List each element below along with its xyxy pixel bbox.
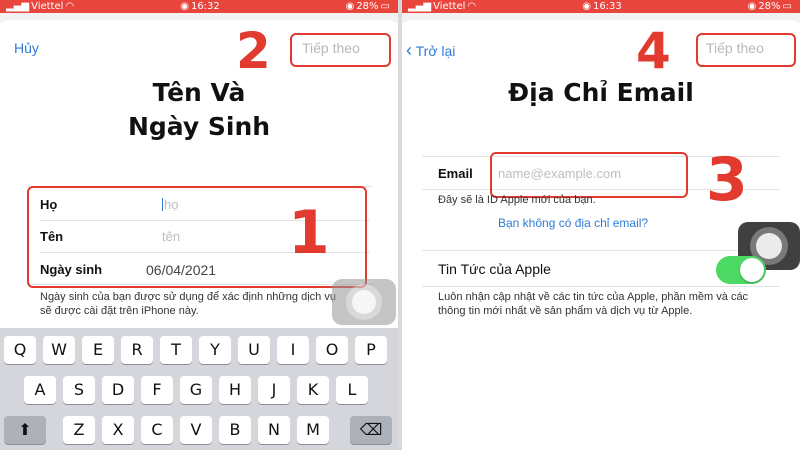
key-x[interactable]: X (102, 416, 134, 444)
annotation-box-next (290, 33, 391, 67)
back-button[interactable]: ‹ Trở lại (406, 40, 455, 61)
alarm-icon: ◉ (345, 1, 355, 12)
shift-icon: ⬆ (18, 420, 32, 439)
alarm-icon: ◉ (582, 1, 591, 12)
key-n[interactable]: N (258, 416, 290, 444)
keyboard: Q W E R T Y U I O P A S D F G H J K L ⬆ … (0, 328, 398, 450)
battery-percent: 28% (758, 1, 781, 12)
key-r[interactable]: R (121, 336, 153, 364)
form-divider (422, 286, 780, 287)
key-t[interactable]: T (160, 336, 192, 364)
annotation-box-email (490, 152, 688, 198)
status-bar: ▂▄▆ Viettel ◠ ◉ 16:33 ◉ 28% ▭ (402, 0, 800, 13)
chevron-left-icon: ‹ (406, 40, 412, 60)
key-g[interactable]: G (180, 376, 212, 404)
key-w[interactable]: W (43, 336, 75, 364)
key-z[interactable]: Z (63, 416, 95, 444)
status-time: 16:32 (190, 1, 220, 12)
key-h[interactable]: H (219, 376, 251, 404)
key-k[interactable]: K (297, 376, 329, 404)
alarm-icon: ◉ (747, 1, 757, 12)
key-m[interactable]: M (297, 416, 329, 444)
news-toggle[interactable] (716, 256, 766, 284)
key-u[interactable]: U (238, 336, 270, 364)
key-f[interactable]: F (141, 376, 173, 404)
toggle-knob (740, 258, 764, 282)
status-bar: ▂▄▆ Viettel ◠ ◉ 16:32 ◉ 28% ▭ (0, 0, 398, 13)
annotation-number-2: 2 (236, 22, 271, 80)
battery-icon: ▭ (782, 1, 792, 12)
key-v[interactable]: V (180, 416, 212, 444)
key-j[interactable]: J (258, 376, 290, 404)
key-a[interactable]: A (24, 376, 56, 404)
page-title: Địa Chỉ Email (508, 78, 694, 107)
page-title-line1: Tên Và (152, 78, 246, 107)
cancel-button[interactable]: Hủy (14, 40, 39, 56)
key-c[interactable]: C (141, 416, 173, 444)
left-screenshot: ▂▄▆ Viettel ◠ ◉ 16:32 ◉ 28% ▭ Hủy Tiếp theo 2… (0, 0, 398, 450)
key-l[interactable]: L (336, 376, 368, 404)
key-i[interactable]: I (277, 336, 309, 364)
shift-key[interactable]: ⬆ (4, 416, 46, 444)
status-time: 16:33 (592, 1, 622, 12)
assistive-touch-icon (346, 284, 382, 320)
key-e[interactable]: E (82, 336, 114, 364)
backspace-key[interactable]: ⌫ (350, 416, 392, 444)
page-title-line2: Ngày Sinh (127, 112, 271, 141)
annotation-number-4: 4 (636, 22, 671, 80)
birthday-note: Ngày sinh của bạn được sử dụng để xác đị… (40, 291, 336, 317)
news-label: Tin Tức của Apple (438, 261, 551, 277)
annotation-box-next (696, 33, 796, 67)
alarm-icon: ◉ (180, 1, 189, 12)
email-hint: Đây sẽ là ID Apple mới của bạn. (438, 194, 596, 206)
battery-icon: ▭ (380, 1, 390, 12)
backspace-icon: ⌫ (359, 420, 383, 439)
key-b[interactable]: B (219, 416, 251, 444)
key-q[interactable]: Q (4, 336, 36, 364)
no-email-link[interactable]: Bạn không có địa chỉ email? (498, 216, 648, 230)
key-o[interactable]: O (316, 336, 348, 364)
key-p[interactable]: P (355, 336, 387, 364)
key-y[interactable]: Y (199, 336, 231, 364)
assistive-touch-button[interactable] (332, 279, 396, 325)
battery-percent: 28% (356, 1, 379, 12)
annotation-number-1: 1 (288, 198, 330, 268)
news-description: Luôn nhận cập nhật về các tin tức của Ap… (438, 291, 749, 317)
form-divider (422, 250, 738, 251)
key-s[interactable]: S (63, 376, 95, 404)
email-label: Email (438, 166, 473, 181)
key-d[interactable]: D (102, 376, 134, 404)
right-screenshot: ▂▄▆ Viettel ◠ ◉ 16:33 ◉ 28% ▭ ‹ Trở lại Tiếp … (402, 0, 800, 450)
